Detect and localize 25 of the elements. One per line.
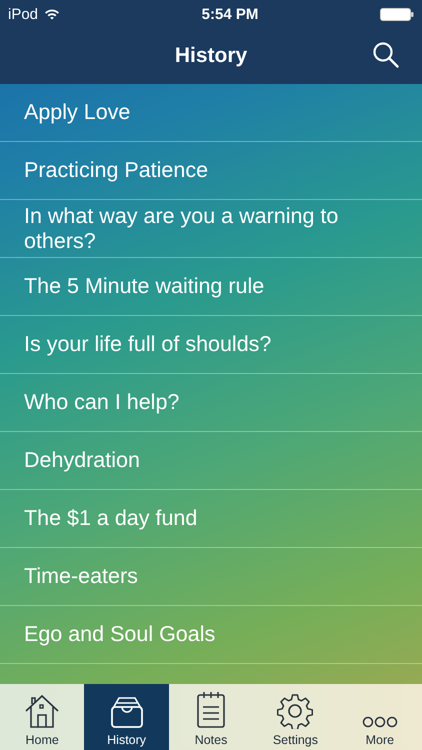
- tab-button[interactable]: Settings: [253, 684, 338, 750]
- battery-icon: [380, 8, 414, 20]
- tab-button[interactable]: More: [338, 684, 422, 750]
- history-item[interactable]: Ego and Soul Goals: [0, 606, 422, 664]
- history-item[interactable]: The $1 a day fund: [0, 490, 422, 548]
- history-item[interactable]: Dehydration: [0, 432, 422, 490]
- history-item[interactable]: Time-eaters: [0, 548, 422, 606]
- wifi-icon: [44, 8, 60, 20]
- history-item[interactable]: Apply Love: [0, 84, 422, 142]
- nav-title: History: [174, 44, 248, 68]
- tab-button[interactable]: History: [84, 684, 169, 750]
- gear-icon: [277, 693, 314, 729]
- history-item[interactable]: Who can I help?: [0, 374, 422, 432]
- tab-button[interactable]: Notes: [168, 684, 254, 750]
- house-icon: [23, 693, 62, 729]
- tab-button[interactable]: Home: [0, 684, 84, 750]
- more-icon: [362, 715, 398, 729]
- notepad-icon: [196, 691, 226, 729]
- search-icon[interactable]: [372, 41, 400, 69]
- status-time: 5:54 PM: [202, 6, 258, 22]
- history-item[interactable]: Is your life full of shoulds?: [0, 316, 422, 374]
- history-item[interactable]: The 5 Minute waiting rule: [0, 258, 422, 316]
- history-item[interactable]: Practicing Patience: [0, 142, 422, 200]
- carrier-label: iPod: [8, 6, 38, 22]
- history-item[interactable]: In what way are you a warning to others?: [0, 200, 422, 258]
